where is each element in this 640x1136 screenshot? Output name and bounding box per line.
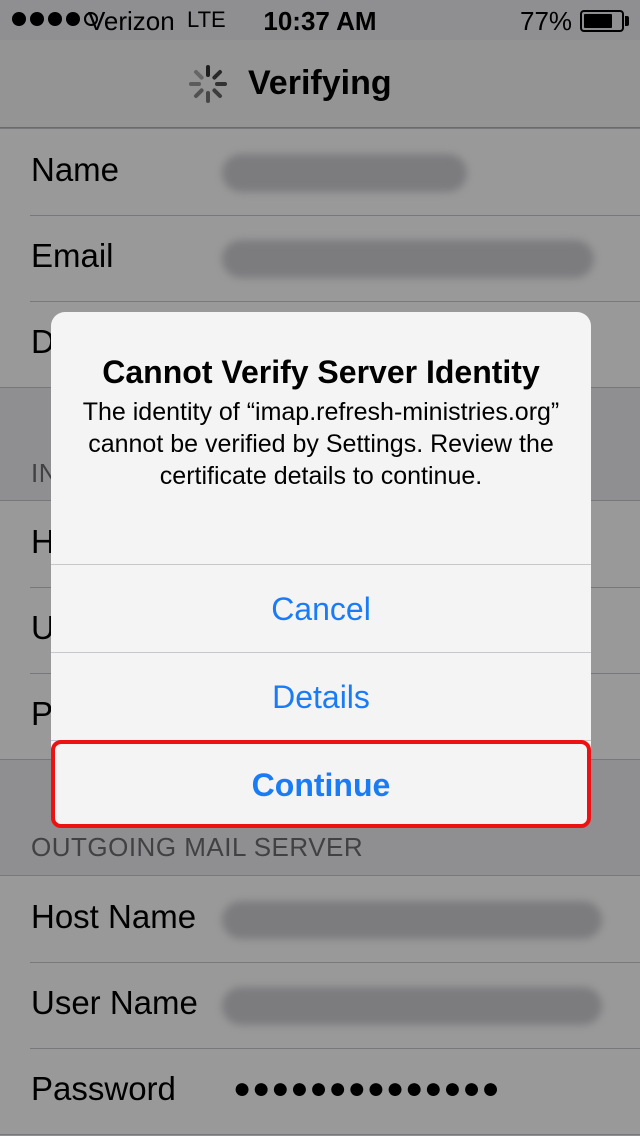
alert-message: The identity of “imap.refresh-ministries…: [82, 398, 560, 490]
details-button[interactable]: Details: [51, 652, 591, 740]
settings-screen: Verizon LTE 10:37 AM 77% Verifying Name …: [0, 0, 640, 1136]
certificate-alert-dialog: Cannot Verify Server Identity The identi…: [51, 312, 591, 828]
cancel-button[interactable]: Cancel: [51, 564, 591, 652]
alert-title: Cannot Verify Server Identity: [102, 354, 540, 390]
continue-button[interactable]: Continue: [51, 740, 591, 828]
